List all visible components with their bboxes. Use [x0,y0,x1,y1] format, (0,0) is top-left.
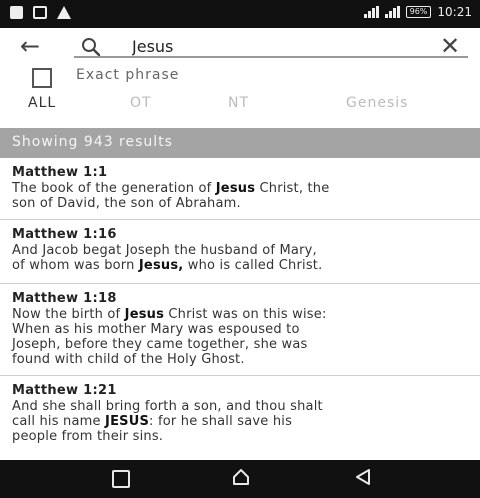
verse-line: Now the birth of Jesus Christ was on thi… [12,307,468,322]
verse-segment: When as his mother Mary was espoused to [12,322,300,337]
highlighted-term: Jesus [124,307,165,322]
recent-apps-icon[interactable] [112,470,130,488]
verse-segment: The book of the generation of [12,181,216,196]
back-triangle-icon[interactable] [354,468,372,486]
result-reference: Matthew 1:21 [12,383,117,398]
exact-phrase-row[interactable]: Exact phrase [0,64,480,90]
back-arrow-icon[interactable]: ← [20,32,40,60]
highlighted-term: Jesus, [138,258,184,273]
battery-icon: 96% [405,6,432,18]
result-reference: Matthew 1:18 [12,291,117,306]
verse-segment: And Jacob begat Joseph the husband of Ma… [12,243,317,258]
verse-segment: people from their sins. [12,429,164,444]
verse-segment: Christ, the [255,181,330,196]
status-bar: 96% 10:21 [0,0,480,28]
scope-tabs: ALL OT NT Genesis [0,92,480,120]
tab-genesis[interactable]: Genesis [346,95,408,111]
result-reference: Matthew 1:16 [12,227,117,242]
verse-segment: son of David, the son of Abraham. [12,196,241,211]
results-count-header: Showing 943 results [0,128,480,158]
result-verse-text: And Jacob begat Joseph the husband of Ma… [12,243,468,273]
search-underline [74,56,468,58]
result-item[interactable]: Matthew 1:18 Now the birth of Jesus Chri… [0,284,480,376]
verse-line: Joseph, before they came together, she w… [12,337,468,352]
verse-line: And Jacob begat Joseph the husband of Ma… [12,243,468,258]
tab-nt[interactable]: NT [228,95,249,111]
notification-app-icon [10,6,23,19]
exact-phrase-label: Exact phrase [76,67,180,83]
verse-segment: of whom was born [12,258,139,273]
exact-phrase-checkbox[interactable] [32,68,52,88]
tab-ot[interactable]: OT [130,95,152,111]
verse-segment: who is called Christ. [183,258,323,273]
search-toolbar: ← ✕ [0,28,480,64]
verse-line: of whom was born Jesus, who is called Ch… [12,258,468,273]
search-icon [82,38,101,57]
result-verse-text: And she shall bring forth a son, and tho… [12,399,468,444]
verse-segment: Christ was on this wise: [164,307,327,322]
verse-segment: call his name [12,414,106,429]
verse-segment: : for he shall save his [149,414,293,429]
result-item[interactable]: Matthew 1:1 The book of the generation o… [0,158,480,220]
verse-line: And she shall bring forth a son, and tho… [12,399,468,414]
verse-line: people from their sins. [12,429,468,444]
notification-icons [10,6,71,19]
signal-icon [363,6,379,18]
verse-line: son of David, the son of Abraham. [12,196,468,211]
home-icon[interactable] [232,468,250,486]
warning-icon [57,6,71,19]
verse-segment: And she shall bring forth a son, and tho… [12,399,323,414]
clock: 10:21 [437,5,472,19]
result-item[interactable]: Matthew 1:16 And Jacob begat Joseph the … [0,220,480,284]
verse-segment: found with child of the Holy Ghost. [12,352,245,367]
system-icons: 96% 10:21 [363,5,472,19]
verse-line: found with child of the Holy Ghost. [12,352,468,367]
verse-segment: Joseph, before they came together, she w… [12,337,308,352]
verse-segment: Now the birth of [12,307,125,322]
results-list: Matthew 1:1 The book of the generation o… [0,158,480,460]
result-item[interactable]: Matthew 1:21 And she shall bring forth a… [0,376,480,460]
tab-all[interactable]: ALL [28,95,56,111]
verse-line: call his name JESUS: for he shall save h… [12,414,468,429]
highlighted-term: JESUS [105,414,150,429]
result-verse-text: The book of the generation of Jesus Chri… [12,181,468,211]
result-verse-text: Now the birth of Jesus Christ was on thi… [12,307,468,367]
highlighted-term: Jesus [215,181,256,196]
verse-line: When as his mother Mary was espoused to [12,322,468,337]
android-nav-bar [0,460,480,498]
signal-2-icon [384,6,400,18]
results-count-text: Showing 943 results [12,134,173,150]
image-notification-icon [33,6,47,19]
verse-line: The book of the generation of Jesus Chri… [12,181,468,196]
search-input[interactable] [132,34,422,58]
result-reference: Matthew 1:1 [12,165,108,180]
